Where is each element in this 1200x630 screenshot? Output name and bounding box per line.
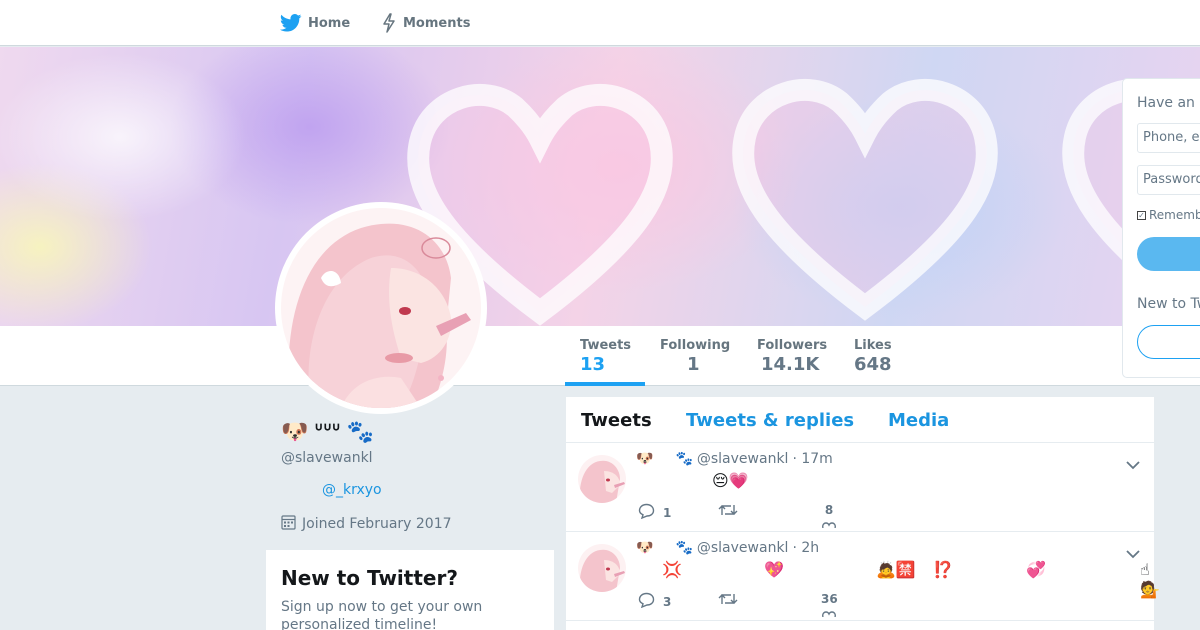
- tweet-avatar[interactable]: [578, 455, 626, 503]
- stat-label: Followers: [757, 338, 828, 353]
- joined-text: Joined February 2017: [302, 516, 452, 532]
- signup-card: New to Twitter? Sign up now to get your …: [266, 550, 554, 630]
- reply-button[interactable]: 3: [638, 592, 671, 611]
- lightning-icon: [381, 13, 397, 33]
- tweet-avatar[interactable]: [578, 544, 626, 592]
- active-stat-indicator: [565, 382, 645, 386]
- heart-icon: [821, 606, 837, 620]
- tweet-handle[interactable]: @slavewankl: [697, 540, 789, 556]
- tweet-text: ⁉️: [933, 560, 953, 579]
- paw-emoji-icon: 🐾: [675, 540, 693, 556]
- password-input[interactable]: Password: [1137, 165, 1200, 195]
- timeline-tabs: Tweets Tweets & replies Media: [566, 397, 1154, 443]
- reply-button[interactable]: 1: [638, 503, 671, 522]
- dog-emoji-icon: 🐶: [636, 540, 654, 556]
- twitter-bird-icon: [280, 14, 302, 32]
- tweet-actions: 1 8: [638, 503, 938, 529]
- tweet-header: 🐶 🐾 @slavewankl · 2h: [636, 540, 819, 556]
- tweet-text: 🙇🈲: [876, 560, 916, 579]
- timeline: Tweets Tweets & replies Media 🐶 🐾 @slave…: [566, 397, 1160, 630]
- tab-tweets[interactable]: Tweets: [581, 410, 652, 431]
- tweet[interactable]: 🐶 🐾 @slavewankl · 17m 😔💗 1 8: [566, 443, 1154, 532]
- login-panel: Have an account? Phone, email or usernam…: [1122, 78, 1200, 378]
- login-title: Have an account?: [1137, 95, 1200, 111]
- calendar-icon: [281, 514, 296, 534]
- avatar-illustration: [281, 208, 481, 408]
- reply-count: 3: [663, 594, 672, 609]
- heart-icon: [821, 517, 837, 531]
- reply-icon: [638, 503, 655, 522]
- stat-followers[interactable]: Followers 14.1K: [757, 338, 827, 375]
- chevron-down-icon[interactable]: [1126, 544, 1140, 563]
- tweet-actions: 3 36: [638, 592, 938, 618]
- tweet-text: 💢: [662, 560, 682, 579]
- paw-emoji-icon: 🐾: [675, 451, 693, 467]
- reply-icon: [638, 592, 655, 611]
- retweet-button[interactable]: [718, 592, 746, 609]
- nav-home-label: Home: [308, 15, 351, 31]
- nav-moments-label: Moments: [403, 15, 471, 31]
- nav-moments[interactable]: Moments: [381, 0, 470, 46]
- tweet-handle[interactable]: @slavewankl: [697, 451, 789, 467]
- tweet-text: 😔💗: [712, 471, 749, 490]
- like-button[interactable]: 8: [821, 503, 837, 531]
- tab-media[interactable]: Media: [888, 410, 949, 431]
- tweet-header: 🐶 🐾 @slavewankl · 17m: [636, 451, 833, 467]
- paw-emoji-icon: 🐾: [346, 420, 374, 445]
- stat-label: Likes: [854, 338, 892, 353]
- joined-date: Joined February 2017: [281, 514, 452, 534]
- retweet-button[interactable]: [718, 503, 746, 520]
- tweet[interactable]: 🐶 🐾 @slavewankl · 2h 💢 💖 🙇🈲 ⁉️ 💞 ☝💁 3 36: [566, 532, 1160, 621]
- stat-value: 14.1K: [761, 354, 820, 375]
- tab-tweets-and-replies[interactable]: Tweets & replies: [686, 410, 854, 431]
- tweet-text: ☝💁: [1140, 560, 1160, 599]
- banner-heart-shape: [732, 78, 998, 321]
- profile-display-name: 🐶 ᐡᐡᐡ 🐾: [281, 420, 374, 445]
- like-count: 8: [824, 503, 834, 517]
- dog-emoji-icon: 🐶: [281, 420, 309, 445]
- remember-me[interactable]: ✓ Remember me: [1137, 208, 1200, 222]
- signup-card-text: Sign up now to get your own personalized…: [281, 599, 483, 630]
- stat-following[interactable]: Following 1: [660, 338, 730, 375]
- remember-me-checkbox[interactable]: ✓: [1137, 210, 1146, 220]
- remember-me-label: Remember me: [1149, 208, 1200, 222]
- log-in-button[interactable]: [1137, 237, 1200, 271]
- stat-tweets[interactable]: Tweets 13: [580, 338, 631, 375]
- tweet-text: 💞: [1026, 560, 1046, 579]
- chevron-down-icon[interactable]: [1126, 455, 1140, 474]
- nav-home[interactable]: Home: [280, 0, 350, 46]
- display-name-text: ᐡᐡᐡ: [314, 420, 341, 445]
- retweet-icon: [718, 592, 738, 609]
- stat-value: 648: [854, 354, 892, 375]
- login-new-to-twitter: New to Twitter?: [1137, 296, 1200, 312]
- tweet-text: 💖: [764, 560, 784, 579]
- stat-likes[interactable]: Likes 648: [854, 338, 892, 375]
- profile-handle[interactable]: @slavewankl: [281, 450, 373, 466]
- profile-banner: [0, 47, 1200, 326]
- retweet-icon: [718, 503, 738, 520]
- tweet-time[interactable]: · 2h: [792, 540, 819, 556]
- phone-email-username-input[interactable]: Phone, email or username: [1137, 123, 1200, 153]
- sign-up-button[interactable]: [1137, 325, 1200, 359]
- like-button[interactable]: 36: [821, 592, 838, 620]
- stat-value: 13: [580, 354, 606, 375]
- stat-label: Tweets: [580, 338, 632, 353]
- top-navigation: Home Moments: [0, 0, 1200, 46]
- stat-value: 1: [687, 354, 700, 375]
- dog-emoji-icon: 🐶: [636, 451, 654, 467]
- like-count: 36: [821, 592, 838, 606]
- avatar[interactable]: [275, 202, 487, 414]
- reply-count: 1: [663, 505, 672, 520]
- bio-mention-link[interactable]: @_krxyo: [322, 482, 382, 498]
- tweet-time[interactable]: · 17m: [792, 451, 832, 467]
- signup-card-title: New to Twitter?: [281, 566, 458, 590]
- stat-label: Following: [660, 338, 731, 353]
